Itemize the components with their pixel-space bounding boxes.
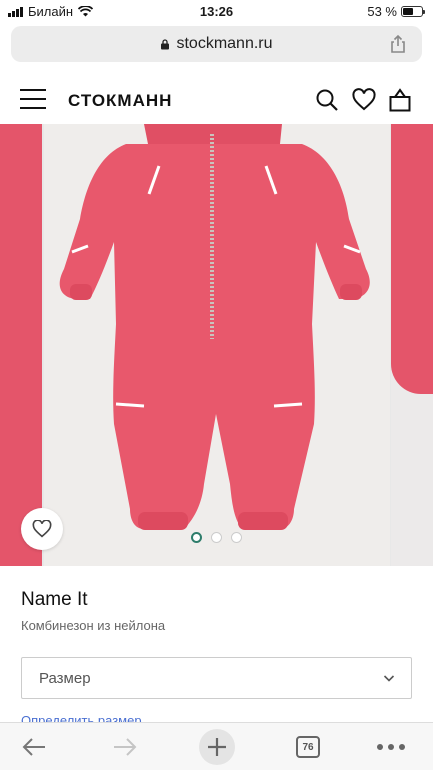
shopping-bag-icon[interactable] <box>388 88 412 112</box>
previous-slide-preview[interactable] <box>0 124 42 566</box>
new-tab-button[interactable] <box>199 729 235 765</box>
heart-icon[interactable] <box>352 88 376 112</box>
tabs-count: 76 <box>296 736 320 758</box>
site-logo[interactable]: СТОКМАНН <box>68 91 172 111</box>
address-bar[interactable]: stockmann.ru <box>11 26 422 62</box>
jumpsuit-illustration <box>59 124 370 530</box>
size-select-label: Размер <box>39 669 91 687</box>
product-image[interactable] <box>44 124 390 566</box>
arrow-right-icon <box>114 738 137 756</box>
forward-button[interactable] <box>110 733 140 761</box>
more-dots-icon <box>377 744 405 750</box>
next-slide-preview[interactable] <box>391 124 433 566</box>
battery-percent: 53 % <box>367 4 397 19</box>
more-menu-button[interactable] <box>376 733 406 761</box>
hamburger-menu-icon[interactable] <box>20 89 46 109</box>
product-description: Комбинезон из нейлона <box>21 618 166 633</box>
pagination-dot[interactable] <box>191 532 202 543</box>
gallery-pagination <box>191 532 242 543</box>
status-bar: Билайн 13:26 53 % <box>0 0 433 22</box>
arrow-left-icon <box>22 738 45 756</box>
tabs-button[interactable]: 76 <box>293 733 323 761</box>
plus-icon <box>208 738 226 756</box>
share-icon[interactable] <box>388 34 408 54</box>
add-to-favorites-button[interactable] <box>21 508 63 550</box>
browser-toolbar: 76 <box>0 722 433 770</box>
pagination-dot[interactable] <box>211 532 222 543</box>
search-icon[interactable] <box>315 88 339 112</box>
product-brand[interactable]: Name It <box>21 589 88 611</box>
lock-icon <box>161 38 170 49</box>
product-gallery[interactable] <box>0 124 433 566</box>
pagination-dot[interactable] <box>231 532 242 543</box>
site-header: СТОКМАНН <box>0 78 433 124</box>
back-button[interactable] <box>19 733 49 761</box>
url-text: stockmann.ru <box>176 35 273 52</box>
heart-icon <box>32 520 52 538</box>
size-select[interactable]: Размер <box>21 657 412 699</box>
chevron-down-icon <box>383 675 395 682</box>
battery-icon <box>401 6 425 17</box>
